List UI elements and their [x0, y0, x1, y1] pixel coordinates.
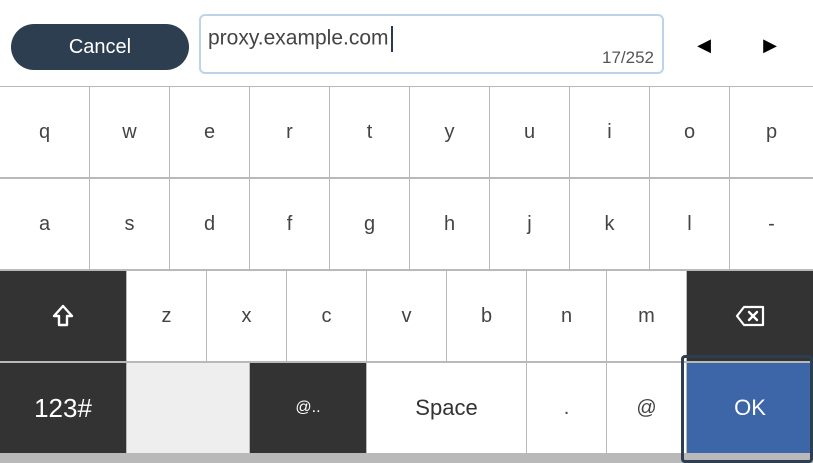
key-t[interactable]: t — [330, 87, 409, 177]
key-h[interactable]: h — [410, 179, 489, 269]
key-hyphen[interactable]: - — [730, 179, 813, 269]
keyboard-screen: Cancel proxy.example.com 17/252 ◀ ▶ q w … — [0, 0, 813, 463]
period-key[interactable]: . — [527, 363, 606, 453]
key-l[interactable]: l — [650, 179, 729, 269]
cursor-right-button[interactable]: ▶ — [755, 30, 785, 60]
backspace-icon — [735, 305, 765, 327]
key-d[interactable]: d — [170, 179, 249, 269]
key-m[interactable]: m — [607, 271, 686, 361]
key-w[interactable]: w — [90, 87, 169, 177]
at-sign-key[interactable]: @ — [607, 363, 686, 453]
key-row-2: a s d f g h j k l - — [0, 179, 813, 269]
character-count: 17/252 — [602, 48, 654, 67]
text-input-field[interactable]: proxy.example.com 17/252 — [199, 14, 664, 74]
key-x[interactable]: x — [207, 271, 286, 361]
cursor-right-icon: ▶ — [763, 34, 777, 55]
cursor-left-button[interactable]: ◀ — [689, 30, 719, 60]
key-n[interactable]: n — [527, 271, 606, 361]
key-q[interactable]: q — [0, 87, 89, 177]
input-value: proxy.example.com — [208, 26, 389, 50]
input-value-wrap: proxy.example.com — [208, 26, 393, 52]
cancel-button[interactable]: Cancel — [11, 24, 189, 70]
blank-key — [127, 363, 249, 453]
backspace-key[interactable] — [687, 271, 813, 361]
key-u[interactable]: u — [490, 87, 569, 177]
key-e[interactable]: e — [170, 87, 249, 177]
key-z[interactable]: z — [127, 271, 206, 361]
input-bar: Cancel proxy.example.com 17/252 ◀ ▶ — [0, 0, 813, 86]
ok-button[interactable]: OK — [687, 363, 813, 453]
key-y[interactable]: y — [410, 87, 489, 177]
key-row-4: 123# @.. Space . @ OK — [0, 363, 813, 453]
shift-key[interactable] — [0, 271, 126, 361]
key-s[interactable]: s — [90, 179, 169, 269]
cursor-left-icon: ◀ — [697, 34, 711, 55]
key-i[interactable]: i — [570, 87, 649, 177]
key-k[interactable]: k — [570, 179, 649, 269]
key-r[interactable]: r — [250, 87, 329, 177]
key-row-1: q w e r t y u i o p — [0, 87, 813, 177]
key-o[interactable]: o — [650, 87, 729, 177]
space-key[interactable]: Space — [367, 363, 526, 453]
text-caret — [390, 26, 393, 52]
key-b[interactable]: b — [447, 271, 526, 361]
shift-icon — [52, 304, 74, 327]
key-a[interactable]: a — [0, 179, 89, 269]
key-row-3: z x c v b n m — [0, 271, 813, 361]
key-f[interactable]: f — [250, 179, 329, 269]
key-p[interactable]: p — [730, 87, 813, 177]
key-v[interactable]: v — [367, 271, 446, 361]
key-c[interactable]: c — [287, 271, 366, 361]
keyboard: q w e r t y u i o p a s d f g h j k l - — [0, 86, 813, 463]
key-j[interactable]: j — [490, 179, 569, 269]
symbols-mode-key[interactable]: 123# — [0, 363, 126, 453]
email-suffix-key[interactable]: @.. — [250, 363, 366, 453]
key-g[interactable]: g — [330, 179, 409, 269]
